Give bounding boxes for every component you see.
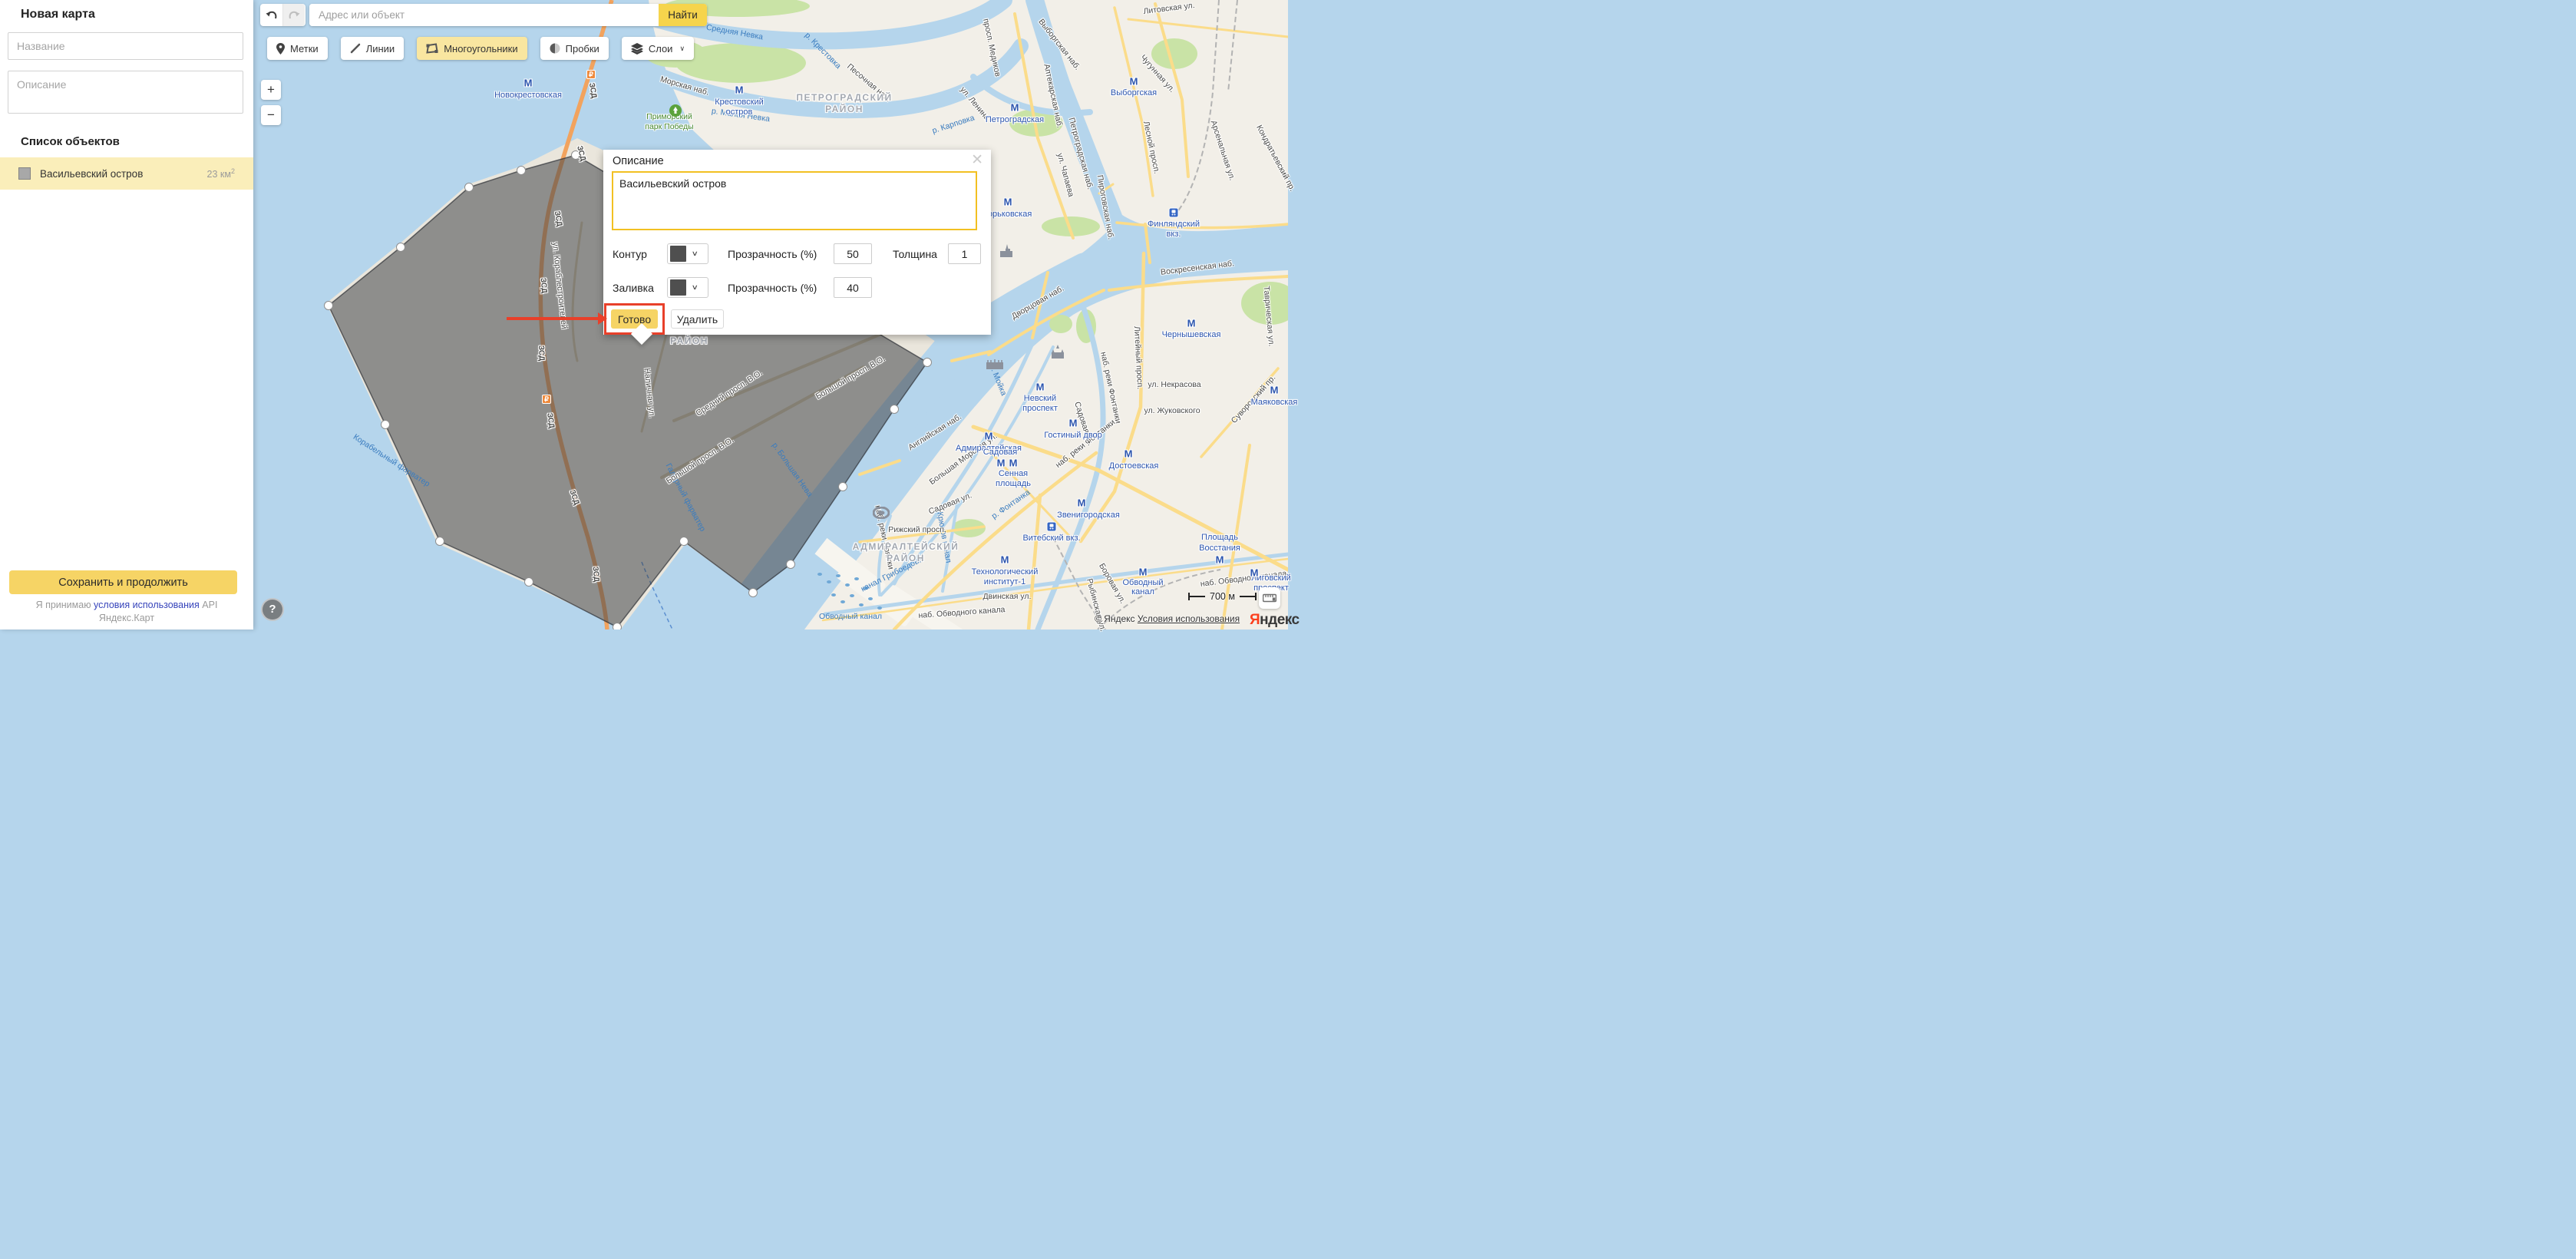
polygon-vertex-handle[interactable] bbox=[517, 167, 526, 175]
tool-lines-label: Линии bbox=[366, 43, 395, 55]
search-bar[interactable]: Найти bbox=[309, 4, 707, 26]
terms-note: Я принимаю условия использования API Янд… bbox=[0, 599, 253, 625]
polygon-vertex-handle[interactable] bbox=[613, 623, 622, 630]
polygon-vertex-handle[interactable] bbox=[890, 405, 899, 414]
polygon-vertex-handle[interactable] bbox=[465, 183, 474, 192]
scale-line-right bbox=[1240, 596, 1257, 597]
redo-button[interactable] bbox=[282, 4, 305, 26]
polygon-vertex-handle[interactable] bbox=[787, 560, 795, 569]
map-description-input[interactable] bbox=[8, 71, 243, 114]
search-button[interactable]: Найти bbox=[659, 4, 707, 26]
map-name-input[interactable] bbox=[8, 32, 243, 60]
line-icon bbox=[350, 43, 361, 54]
tool-markers-label: Метки bbox=[290, 43, 319, 55]
polygon-vertex-handle[interactable] bbox=[525, 578, 533, 587]
chevron-down-icon: ∨ bbox=[679, 45, 685, 53]
ruler-button[interactable] bbox=[1259, 587, 1280, 609]
zoom-in-button[interactable]: + bbox=[261, 80, 281, 100]
chevron-down-icon: ∨ bbox=[692, 283, 698, 292]
tool-lines[interactable]: Линии bbox=[341, 37, 405, 60]
page-title: Новая карта bbox=[21, 8, 253, 21]
done-button[interactable]: Готово bbox=[611, 309, 658, 329]
tool-layers-label: Слои bbox=[649, 43, 673, 55]
outline-color-select[interactable]: ∨ bbox=[667, 243, 708, 264]
terms-of-use-link[interactable]: Условия использования bbox=[1138, 613, 1240, 624]
copyright-text: © Яндекс bbox=[1095, 613, 1135, 624]
tool-traffic-label: Пробки bbox=[566, 43, 599, 55]
polygon-vertex-handle[interactable] bbox=[839, 483, 847, 491]
undo-redo-group[interactable] bbox=[260, 4, 305, 26]
object-list-item[interactable]: Васильевский остров 23 км2 bbox=[0, 157, 253, 190]
search-input[interactable] bbox=[309, 4, 659, 26]
polygon-vertex-handle[interactable] bbox=[749, 589, 758, 597]
polygon-vertex-handle[interactable] bbox=[572, 151, 580, 160]
polygon-vertex-handle[interactable] bbox=[436, 537, 444, 546]
outline-opacity-label: Прозрачность (%) bbox=[728, 248, 817, 260]
outline-label: Контур bbox=[613, 248, 647, 260]
yandex-logo-ya: Я bbox=[1250, 612, 1260, 628]
yandex-logo: Яндекс bbox=[1250, 612, 1300, 629]
outline-opacity-input[interactable] bbox=[834, 243, 872, 264]
fill-opacity-label: Прозрачность (%) bbox=[728, 282, 817, 294]
thickness-input[interactable] bbox=[948, 243, 981, 264]
objects-list-heading: Список объектов bbox=[21, 135, 253, 148]
map-attribution: © Яндекс Условия использования bbox=[1095, 613, 1240, 624]
scale-line-left bbox=[1188, 596, 1205, 597]
undo-icon bbox=[266, 10, 278, 21]
tool-layers[interactable]: Слои ∨ bbox=[622, 37, 694, 60]
zoom-out-button[interactable]: − bbox=[261, 105, 281, 125]
sidebar: Новая карта Список объектов Васильевский… bbox=[0, 0, 253, 630]
polygon-description-textarea[interactable]: Васильевский остров bbox=[612, 171, 977, 230]
save-and-continue-button[interactable]: Сохранить и продолжить bbox=[9, 570, 237, 594]
terms-line2: Яндекс.Карт bbox=[0, 612, 253, 625]
object-name: Васильевский остров bbox=[40, 168, 207, 180]
object-area: 23 км2 bbox=[207, 167, 235, 180]
fill-settings-row: Заливка ∨ Прозрачность (%) bbox=[613, 277, 981, 298]
terms-suffix: API bbox=[200, 600, 218, 610]
thickness-label: Толщина bbox=[893, 248, 937, 260]
fill-opacity-input[interactable] bbox=[834, 277, 872, 298]
pin-icon bbox=[276, 43, 285, 55]
tool-polygons[interactable]: Многоугольники bbox=[417, 37, 527, 60]
polygon-vertex-handle[interactable] bbox=[381, 421, 390, 429]
traffic-icon bbox=[550, 43, 560, 54]
tool-traffic[interactable]: Пробки bbox=[540, 37, 609, 60]
polygon-vertex-handle[interactable] bbox=[325, 302, 333, 310]
annotation-arrow bbox=[507, 317, 599, 320]
terms-link[interactable]: условия использования bbox=[94, 600, 200, 610]
polygon-icon bbox=[426, 43, 438, 54]
chevron-down-icon: ∨ bbox=[692, 249, 698, 258]
redo-icon bbox=[288, 10, 300, 21]
delete-button[interactable]: Удалить bbox=[671, 309, 724, 329]
fill-color-select[interactable]: ∨ bbox=[667, 277, 708, 298]
outline-settings-row: Контур ∨ Прозрачность (%) Толщина bbox=[613, 243, 981, 264]
scale-bar: 700 м bbox=[1188, 591, 1257, 602]
fill-label: Заливка bbox=[613, 282, 654, 294]
tool-markers[interactable]: Метки bbox=[267, 37, 328, 60]
yandex-logo-rest: ндекс bbox=[1260, 612, 1299, 628]
fill-color-swatch bbox=[670, 279, 686, 296]
scale-label: 700 м bbox=[1210, 591, 1235, 602]
dialog-title: Описание bbox=[613, 155, 664, 167]
undo-button[interactable] bbox=[260, 4, 282, 26]
terms-prefix: Я принимаю bbox=[36, 600, 94, 610]
polygon-vertex-handle[interactable] bbox=[397, 243, 405, 252]
help-button[interactable]: ? bbox=[261, 598, 284, 621]
tool-polygons-label: Многоугольники bbox=[444, 43, 517, 55]
polygon-vertex-handle[interactable] bbox=[680, 537, 689, 546]
polygon-properties-dialog: Описание ✕ Васильевский остров Контур ∨ … bbox=[603, 150, 991, 335]
layers-icon bbox=[631, 43, 643, 55]
outline-color-swatch bbox=[670, 246, 686, 262]
close-icon[interactable]: ✕ bbox=[971, 153, 983, 167]
object-color-swatch bbox=[18, 167, 31, 180]
ruler-icon bbox=[1263, 593, 1276, 603]
polygon-vertex-handle[interactable] bbox=[923, 359, 932, 367]
tools-row: Метки Линии Многоугольники Пробки Слои ∨ bbox=[267, 37, 694, 60]
